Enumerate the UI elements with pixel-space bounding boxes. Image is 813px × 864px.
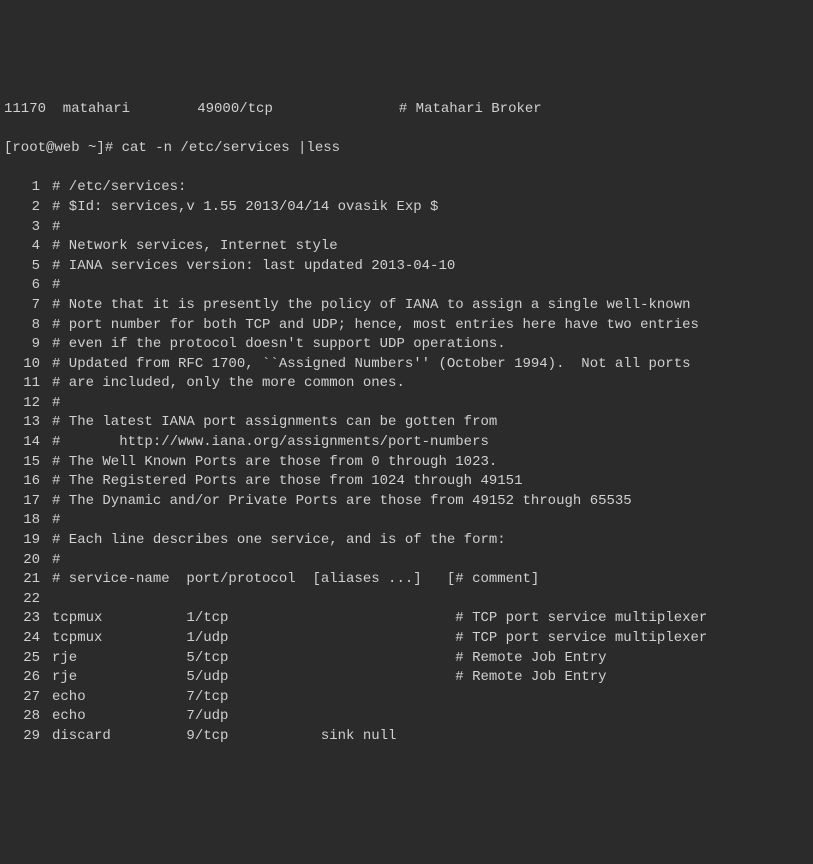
line-number: 8: [4, 316, 52, 336]
line-text: # /etc/services:: [52, 179, 186, 195]
line-number: 21: [4, 570, 52, 590]
line-number: 7: [4, 296, 52, 316]
file-line: 21# service-name port/protocol [aliases …: [4, 570, 809, 590]
line-number: 29: [4, 727, 52, 747]
file-line: 29discard 9/tcp sink null: [4, 727, 809, 747]
file-line: 23tcpmux 1/tcp # TCP port service multip…: [4, 609, 809, 629]
file-line: 24tcpmux 1/udp # TCP port service multip…: [4, 629, 809, 649]
line-text: discard 9/tcp sink null: [52, 728, 396, 744]
terminal-output[interactable]: 11170 matahari 49000/tcp # Matahari Brok…: [4, 80, 809, 766]
header-line: 11170 matahari 49000/tcp # Matahari Brok…: [4, 100, 809, 120]
file-line: 4# Network services, Internet style: [4, 237, 809, 257]
line-text: # Network services, Internet style: [52, 238, 338, 254]
line-text: # The Registered Ports are those from 10…: [52, 473, 522, 489]
line-number: 26: [4, 668, 52, 688]
line-text: # Updated from RFC 1700, ``Assigned Numb…: [52, 356, 691, 372]
line-text: # The Well Known Ports are those from 0 …: [52, 454, 497, 470]
line-number: 17: [4, 492, 52, 512]
line-text: # $Id: services,v 1.55 2013/04/14 ovasik…: [52, 199, 438, 215]
file-line: 2# $Id: services,v 1.55 2013/04/14 ovasi…: [4, 198, 809, 218]
line-number: 22: [4, 590, 52, 610]
file-line: 20#: [4, 551, 809, 571]
line-number: 27: [4, 688, 52, 708]
line-number: 24: [4, 629, 52, 649]
file-line: 13# The latest IANA port assignments can…: [4, 413, 809, 433]
line-number: 14: [4, 433, 52, 453]
line-text: # Each line describes one service, and i…: [52, 532, 506, 548]
file-line: 1# /etc/services:: [4, 178, 809, 198]
prompt-line: [root@web ~]# cat -n /etc/services |less: [4, 139, 809, 159]
line-number: 12: [4, 394, 52, 414]
file-line: 22: [4, 590, 809, 610]
line-text: # are included, only the more common one…: [52, 375, 405, 391]
line-text: #: [52, 395, 60, 411]
file-line: 28echo 7/udp: [4, 707, 809, 727]
file-line: 25rje 5/tcp # Remote Job Entry: [4, 649, 809, 669]
file-line: 5# IANA services version: last updated 2…: [4, 257, 809, 277]
line-number: 16: [4, 472, 52, 492]
line-number: 20: [4, 551, 52, 571]
line-number: 11: [4, 374, 52, 394]
file-line: 14# http://www.iana.org/assignments/port…: [4, 433, 809, 453]
line-number: 19: [4, 531, 52, 551]
file-line: 9# even if the protocol doesn't support …: [4, 335, 809, 355]
line-number: 5: [4, 257, 52, 277]
file-line: 16# The Registered Ports are those from …: [4, 472, 809, 492]
line-text: #: [52, 219, 60, 235]
line-text: # IANA services version: last updated 20…: [52, 258, 455, 274]
line-number: 28: [4, 707, 52, 727]
line-text: # The latest IANA port assignments can b…: [52, 414, 497, 430]
line-number: 18: [4, 511, 52, 531]
file-line: 19# Each line describes one service, and…: [4, 531, 809, 551]
line-text: # service-name port/protocol [aliases ..…: [52, 571, 539, 587]
line-text: tcpmux 1/udp # TCP port service multiple…: [52, 630, 707, 646]
file-line: 10# Updated from RFC 1700, ``Assigned Nu…: [4, 355, 809, 375]
line-number: 15: [4, 453, 52, 473]
line-number: 23: [4, 609, 52, 629]
file-line: 17# The Dynamic and/or Private Ports are…: [4, 492, 809, 512]
line-text: # Note that it is presently the policy o…: [52, 297, 691, 313]
file-line: 27echo 7/tcp: [4, 688, 809, 708]
file-line: 11# are included, only the more common o…: [4, 374, 809, 394]
file-line: 12#: [4, 394, 809, 414]
line-text: echo 7/udp: [52, 708, 228, 724]
file-line: 3#: [4, 218, 809, 238]
line-text: rje 5/tcp # Remote Job Entry: [52, 650, 607, 666]
line-number: 6: [4, 276, 52, 296]
line-text: echo 7/tcp: [52, 689, 228, 705]
line-text: #: [52, 552, 60, 568]
line-number: 2: [4, 198, 52, 218]
line-number: 25: [4, 649, 52, 669]
line-number: 4: [4, 237, 52, 257]
line-number: 3: [4, 218, 52, 238]
line-text: #: [52, 512, 60, 528]
line-text: #: [52, 277, 60, 293]
line-text: # even if the protocol doesn't support U…: [52, 336, 506, 352]
line-text: # http://www.iana.org/assignments/port-n…: [52, 434, 489, 450]
file-line: 18#: [4, 511, 809, 531]
file-line: 7# Note that it is presently the policy …: [4, 296, 809, 316]
line-number: 13: [4, 413, 52, 433]
file-line: 15# The Well Known Ports are those from …: [4, 453, 809, 473]
file-content: 1# /etc/services:2# $Id: services,v 1.55…: [4, 178, 809, 746]
line-text: rje 5/udp # Remote Job Entry: [52, 669, 607, 685]
file-line: 26rje 5/udp # Remote Job Entry: [4, 668, 809, 688]
line-text: # The Dynamic and/or Private Ports are t…: [52, 493, 632, 509]
line-text: # port number for both TCP and UDP; henc…: [52, 317, 699, 333]
file-line: 6#: [4, 276, 809, 296]
line-number: 9: [4, 335, 52, 355]
line-number: 10: [4, 355, 52, 375]
line-number: 1: [4, 178, 52, 198]
line-text: tcpmux 1/tcp # TCP port service multiple…: [52, 610, 707, 626]
file-line: 8# port number for both TCP and UDP; hen…: [4, 316, 809, 336]
